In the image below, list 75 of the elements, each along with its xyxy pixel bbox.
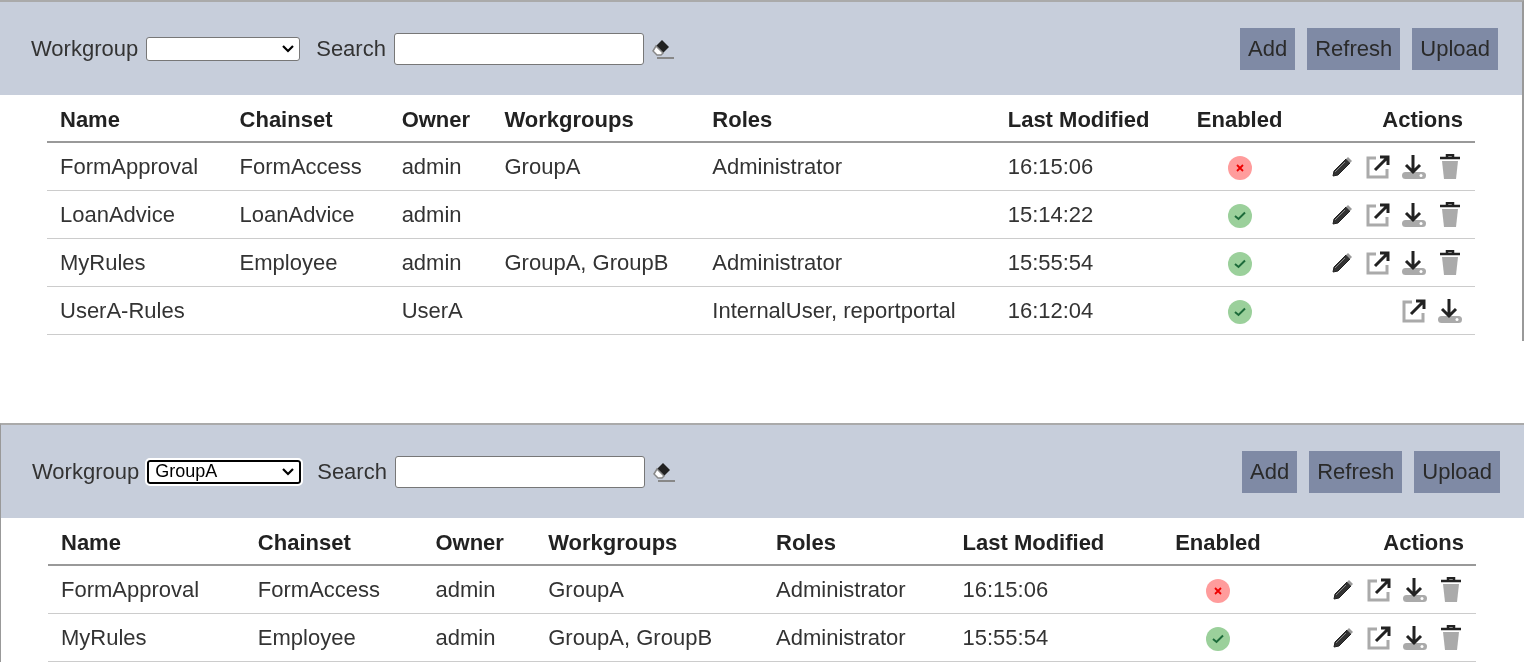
last-modified-cell: 16:15:06 [949,565,1151,614]
chainset-cell: Employee [244,613,423,662]
column-header: Roles [763,522,950,565]
name-cell: FormApproval [47,142,227,191]
column-header: Actions [1299,99,1475,142]
toolbar-button[interactable]: Upload [1412,27,1498,70]
column-header: Roles [699,99,995,142]
owner-cell: admin [388,190,492,239]
workgroup-label: Workgroup [31,35,139,62]
search-field[interactable] [393,32,644,65]
name-cell: LoanAdvice [47,190,227,239]
workgroups-cell: GroupA, GroupB [491,238,700,287]
search-field[interactable] [394,455,645,488]
owner-cell: admin [422,613,536,662]
workgroups-cell: GroupA, GroupB [535,613,764,662]
toolbar-button[interactable]: Add [1240,27,1296,70]
download-icon[interactable] [1401,200,1427,229]
trash-icon[interactable] [1438,575,1464,604]
search-label: Search [317,458,387,485]
owner-cell: UserA [388,286,492,335]
roles-cell: Administrator [763,565,950,614]
trash-icon[interactable] [1437,200,1463,229]
download-icon[interactable] [1402,575,1428,604]
owner-cell: admin [388,238,492,287]
name-cell: MyRules [47,238,227,287]
chainset-cell: FormAccess [244,565,423,614]
download-icon[interactable] [1437,296,1463,325]
column-header: Last Modified [949,522,1151,565]
chainset-cell: Employee [226,238,389,287]
column-header: Name [48,522,245,565]
column-header: Chainset [226,99,389,142]
last-modified-cell: 15:55:54 [949,613,1151,662]
chevron-down-icon [281,43,296,54]
roles-cell: Administrator [763,613,950,662]
name-cell: MyRules [48,613,245,662]
last-modified-cell: 16:15:06 [994,142,1179,191]
download-icon[interactable] [1402,623,1428,652]
roles-cell: Administrator [699,238,995,287]
column-header: Chainset [244,522,423,565]
column-header: Name [47,99,227,142]
column-header: Actions [1284,522,1476,565]
last-modified-cell: 16:12:04 [994,286,1179,335]
column-header: Workgroups [535,522,764,565]
download-icon[interactable] [1401,152,1427,181]
name-cell: UserA-Rules [47,286,227,335]
download-icon[interactable] [1401,248,1427,277]
column-header: Last Modified [994,99,1179,142]
trash-icon[interactable] [1438,623,1464,652]
owner-cell: admin [388,142,492,191]
column-header: Owner [388,99,492,142]
search-label: Search [316,35,386,62]
column-header: Owner [422,522,536,565]
workgroup-select[interactable] [146,36,301,61]
workgroups-cell: GroupA [535,565,764,614]
name-cell: FormApproval [48,565,245,614]
toolbar-button[interactable]: Add [1242,450,1298,493]
last-modified-cell: 15:14:22 [994,190,1179,239]
workgroup-select[interactable]: GroupA [147,459,302,484]
chevron-down-icon [281,466,296,477]
last-modified-cell: 15:55:54 [994,238,1179,287]
column-header: Enabled [1178,99,1300,142]
chainset-cell: LoanAdvice [226,190,389,239]
column-header: Workgroups [491,99,700,142]
toolbar-button[interactable]: Refresh [1307,27,1401,70]
workgroup-label: Workgroup [32,458,140,485]
trash-icon[interactable] [1437,248,1463,277]
owner-cell: admin [422,565,536,614]
roles-cell: InternalUser, reportportal [699,286,995,335]
workgroups-cell: GroupA [491,142,700,191]
trash-icon[interactable] [1437,152,1463,181]
chainset-cell: FormAccess [226,142,389,191]
column-header: Enabled [1150,522,1285,565]
toolbar-button[interactable]: Upload [1414,450,1500,493]
roles-cell: Administrator [699,142,995,191]
toolbar-button[interactable]: Refresh [1309,450,1403,493]
